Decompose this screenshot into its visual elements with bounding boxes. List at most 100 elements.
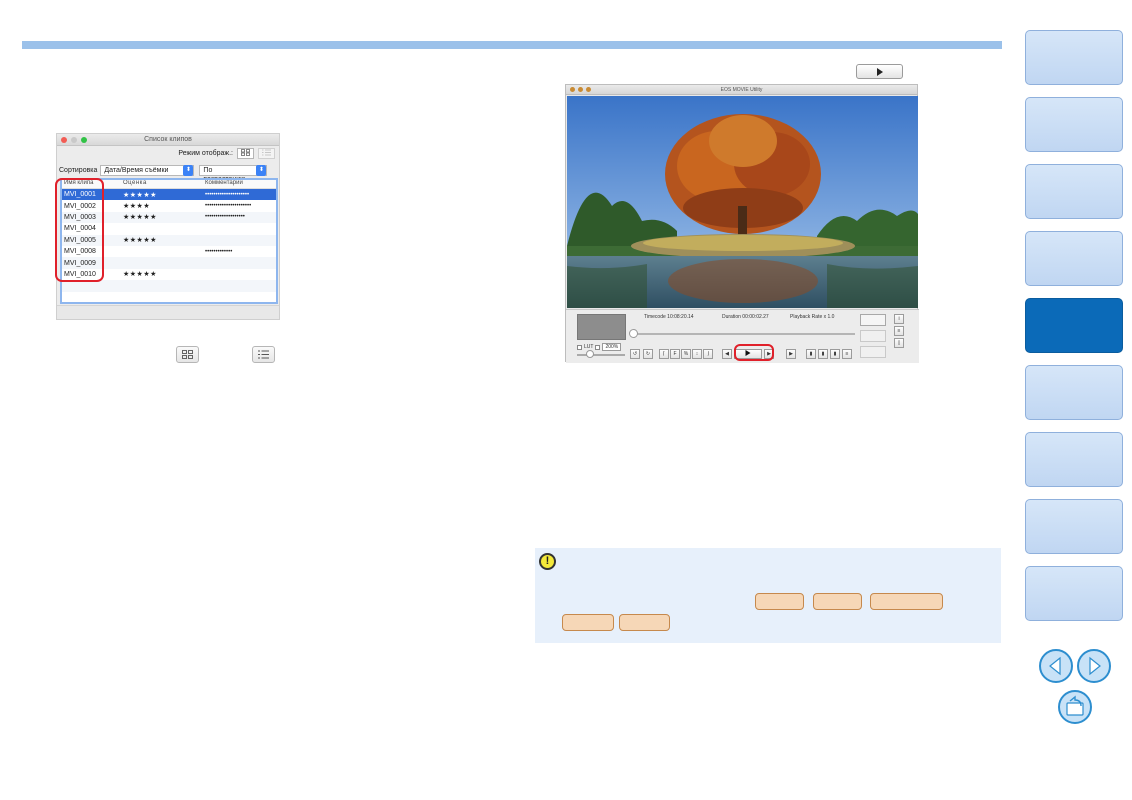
- timecode-readout: Timecode 10:08:20.14: [644, 314, 694, 320]
- list-view-button[interactable]: [258, 148, 275, 159]
- lut-checkbox[interactable]: [577, 344, 582, 350]
- clip-list-titlebar: Список клипов: [57, 134, 279, 146]
- skip-back-icon: ◀: [725, 351, 729, 357]
- prev-bookmark-icon: ▮: [821, 351, 825, 357]
- return-button[interactable]: [1058, 690, 1092, 724]
- thumbnail-view-icon: [241, 149, 250, 158]
- rotate-left-icon: ↺: [632, 351, 638, 357]
- next-clip-button[interactable]: ▶: [786, 349, 796, 359]
- eos-titlebar: EOS MOVIE Utility: [566, 85, 917, 95]
- view-mode-group: Режим отображ.:: [178, 148, 275, 159]
- nav-tab-3[interactable]: [1025, 164, 1123, 219]
- list-view-icon: [262, 149, 271, 158]
- mark-button[interactable]: [860, 330, 886, 342]
- clip-rating: ★★★★★: [123, 237, 157, 245]
- nav-tab-9[interactable]: [1025, 566, 1123, 621]
- duration-readout: Duration 00:00:02.27: [722, 314, 769, 320]
- bookmark-list-icon: ≡: [845, 351, 849, 357]
- bookmark-button[interactable]: ▮: [806, 349, 816, 359]
- reference-tag[interactable]: [562, 614, 614, 631]
- play-icon: [876, 63, 884, 81]
- video-preview[interactable]: [567, 96, 918, 308]
- clip-rating: ★★★★★: [123, 214, 157, 222]
- eos-movie-utility-window: EOS MOVIE Utility Timecode 10:08:20.14 D…: [565, 84, 919, 363]
- column-header[interactable]: Оценка: [123, 180, 205, 188]
- thumbnail-view-button[interactable]: [237, 148, 254, 159]
- next-bookmark-button[interactable]: ▮: [830, 349, 840, 359]
- lut-controls: LUT 200%: [577, 343, 622, 351]
- thumbnail-view-button-sample: [176, 346, 199, 363]
- list-view-button-sample: [252, 346, 275, 363]
- list-view-icon: [258, 346, 269, 364]
- cut-button[interactable]: [860, 346, 886, 358]
- playback-rate-readout: Playback Rate x 1.0: [790, 314, 835, 320]
- frame-thumbnail: [577, 314, 626, 340]
- clip-rating: ★★★★: [123, 203, 151, 211]
- bookmark-list-button[interactable]: ≡: [842, 349, 852, 359]
- clip-comment: •••••••••••••••••••: [205, 214, 245, 221]
- autumn-tree-image: [567, 96, 918, 308]
- thumbnail-view-icon: [182, 346, 193, 364]
- select-arrow-icon: ⬍: [183, 165, 194, 176]
- clip-comment: ••••••••••••••••••••••: [205, 203, 252, 210]
- reference-tag[interactable]: [755, 593, 804, 610]
- clip-list-title: Список клипов: [144, 136, 192, 143]
- prev-bookmark-button[interactable]: ▮: [818, 349, 828, 359]
- next-page-button[interactable]: [1077, 649, 1111, 683]
- frame-button[interactable]: F: [670, 349, 680, 359]
- seek-handle[interactable]: [629, 329, 638, 338]
- nav-tab-1[interactable]: [1025, 30, 1123, 85]
- reference-tag[interactable]: [619, 614, 670, 631]
- view-mode-label: Режим отображ.:: [178, 150, 233, 157]
- clip-comment: •••••••••••••••••••••: [205, 191, 250, 198]
- caution-box: !: [535, 548, 1001, 643]
- frame-icon: F: [673, 351, 677, 357]
- previous-page-button[interactable]: [1039, 649, 1073, 683]
- sort-field-select[interactable]: Дата/Время съёмки ⬍: [100, 165, 195, 176]
- reference-tag[interactable]: [813, 593, 862, 610]
- skip-forward-icon: ▶: [789, 351, 793, 357]
- trim-button[interactable]: %: [681, 349, 691, 359]
- in-point-icon: ⌈: [663, 351, 665, 357]
- export-frame-button[interactable]: [860, 314, 886, 326]
- sort-order-select[interactable]: По возрастанию ⬍: [199, 165, 268, 183]
- compare-icon: ▯: [897, 340, 901, 346]
- rotate-left-button[interactable]: ↺: [630, 349, 640, 359]
- nav-tab-4[interactable]: [1025, 231, 1123, 286]
- reference-tag[interactable]: [870, 593, 943, 610]
- zoom-select[interactable]: 200%: [602, 343, 622, 351]
- volume-slider[interactable]: [577, 354, 625, 356]
- header-bar: [22, 41, 1002, 49]
- clip-rating: ★★★★★: [123, 271, 157, 279]
- nav-tab-5-active[interactable]: [1025, 298, 1123, 353]
- sort-controls: Сортировка Дата/Время съёмки ⬍ По возрас…: [59, 165, 268, 183]
- range-icon: ↕: [695, 351, 699, 357]
- clip-rating: ★★★★★: [123, 191, 157, 199]
- clip-comment: •••••••••••••: [205, 248, 233, 255]
- trim-icon: %: [683, 351, 689, 357]
- nav-tab-8[interactable]: [1025, 499, 1123, 554]
- range-button[interactable]: ↕: [692, 349, 702, 359]
- sort-field-value: Дата/Время съёмки: [104, 167, 169, 174]
- list-view-toggle[interactable]: ≡: [894, 326, 904, 336]
- nav-tab-2[interactable]: [1025, 97, 1123, 152]
- out-point-button[interactable]: ⌋: [703, 349, 713, 359]
- info-button[interactable]: i: [894, 314, 904, 324]
- in-point-button[interactable]: ⌈: [659, 349, 669, 359]
- compare-view-toggle[interactable]: ▯: [894, 338, 904, 348]
- caution-icon: !: [539, 553, 556, 570]
- nav-tab-6[interactable]: [1025, 365, 1123, 420]
- column-header[interactable]: Комментарий: [205, 180, 270, 188]
- play-button-sample: [856, 64, 903, 79]
- rotate-right-button[interactable]: ↻: [643, 349, 653, 359]
- rotate-right-icon: ↻: [645, 351, 651, 357]
- eos-window-title: EOS MOVIE Utility: [720, 87, 763, 93]
- sort-label: Сортировка: [59, 167, 98, 174]
- nav-tab-7[interactable]: [1025, 432, 1123, 487]
- out-point-icon: ⌋: [707, 351, 709, 357]
- seek-bar[interactable]: [633, 333, 855, 335]
- volume-handle[interactable]: [586, 350, 594, 358]
- zoom-checkbox[interactable]: [595, 344, 601, 350]
- previous-clip-button[interactable]: ◀: [722, 349, 732, 359]
- next-bookmark-icon: ▮: [833, 351, 837, 357]
